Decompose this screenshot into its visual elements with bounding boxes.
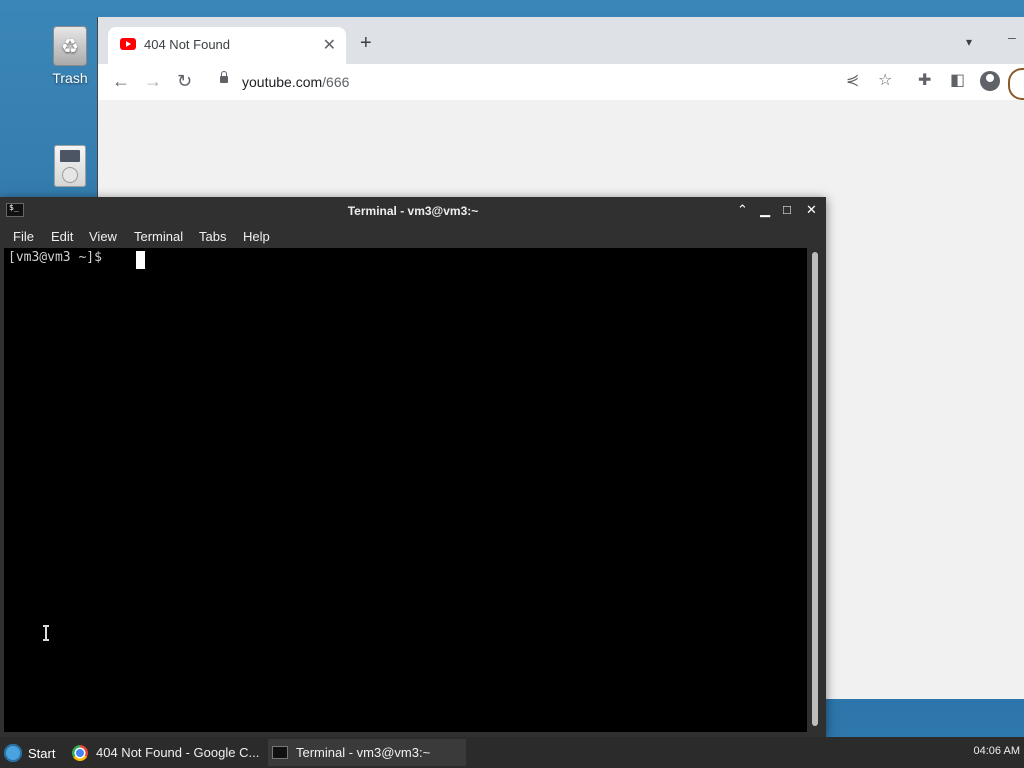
forward-arrow-icon[interactable]: →	[144, 71, 162, 91]
terminal-scrollbar[interactable]	[809, 248, 823, 732]
reload-icon[interactable]: ↻	[177, 71, 192, 91]
chrome-icon	[72, 744, 88, 761]
extensions-puzzle-icon[interactable]: ✚	[918, 72, 931, 90]
terminal-title: Terminal - vm3@vm3:~	[347, 204, 479, 218]
browser-toolbar: ← → ↻ youtube.com/666 ⋞ ☆ ✚ ◧	[98, 64, 1024, 101]
close-icon[interactable]: ✕	[806, 203, 817, 217]
address-bar[interactable]: youtube.com/666	[208, 67, 848, 97]
back-arrow-icon[interactable]: ←	[112, 71, 130, 91]
terminal-icon	[272, 746, 288, 759]
taskbar-item-browser[interactable]: 404 Not Found - Google C...	[68, 739, 266, 766]
start-button[interactable]: Start	[4, 741, 55, 765]
desktop-icon-file-cabinet[interactable]	[40, 145, 100, 187]
new-tab-button[interactable]: +	[360, 33, 372, 53]
menu-terminal[interactable]: Terminal	[134, 229, 183, 244]
tab-search-icon[interactable]: ▾	[966, 35, 972, 49]
shell-prompt: [vm3@vm3 ~]$	[8, 250, 110, 265]
trash-icon: ♻	[53, 26, 87, 66]
desktop-icon-label: Trash	[52, 70, 88, 86]
tab-strip: 404 Not Found ✕ + ▾ –	[98, 17, 1024, 64]
lock-icon	[220, 71, 228, 83]
url-text: youtube.com/666	[242, 74, 350, 90]
desktop-icon-trash[interactable]: ♻ Trash	[40, 26, 100, 86]
youtube-icon	[120, 38, 136, 50]
share-icon[interactable]: ⋞	[846, 72, 859, 90]
profile-button[interactable]	[1008, 68, 1024, 100]
taskbar-item-terminal[interactable]: Terminal - vm3@vm3:~	[268, 739, 466, 766]
tab-title: 404 Not Found	[144, 37, 231, 52]
taskbar-item-label: Terminal - vm3@vm3:~	[296, 745, 431, 760]
menu-view[interactable]: View	[89, 229, 117, 244]
ibeam-cursor-icon	[43, 625, 49, 641]
start-label: Start	[28, 745, 56, 761]
menu-edit[interactable]: Edit	[51, 229, 73, 244]
terminal-output[interactable]: [vm3@vm3 ~]$	[4, 248, 807, 732]
maximize-icon[interactable]: □	[783, 203, 791, 217]
menu-file[interactable]: File	[13, 229, 34, 244]
start-logo-icon	[4, 744, 22, 762]
browser-tab[interactable]: 404 Not Found ✕	[108, 27, 346, 64]
profile-avatar-icon[interactable]	[980, 71, 1000, 91]
clock: 04:06 AM	[973, 745, 1020, 757]
text-cursor	[136, 251, 145, 269]
side-panel-icon[interactable]: ◧	[950, 72, 965, 90]
terminal-window: $_ Terminal - vm3@vm3:~ ⌃ ▁ □ ✕ File Edi…	[0, 197, 826, 737]
scrollbar-thumb[interactable]	[812, 252, 818, 726]
taskbar-item-label: 404 Not Found - Google C...	[96, 745, 260, 760]
minimize-icon[interactable]: ▁	[760, 203, 770, 217]
terminal-titlebar[interactable]: $_ Terminal - vm3@vm3:~ ⌃ ▁ □ ✕	[0, 197, 826, 224]
terminal-menubar: File Edit View Terminal Tabs Help	[0, 224, 826, 248]
menu-tabs[interactable]: Tabs	[199, 229, 226, 244]
close-tab-icon[interactable]: ✕	[323, 35, 336, 55]
shade-icon[interactable]: ⌃	[737, 203, 748, 217]
taskbar: Start 404 Not Found - Google C... Termin…	[0, 737, 1024, 768]
minimize-icon[interactable]: –	[1008, 29, 1016, 45]
menu-help[interactable]: Help	[243, 229, 270, 244]
file-cabinet-icon	[54, 145, 86, 187]
bookmark-star-icon[interactable]: ☆	[878, 72, 892, 90]
